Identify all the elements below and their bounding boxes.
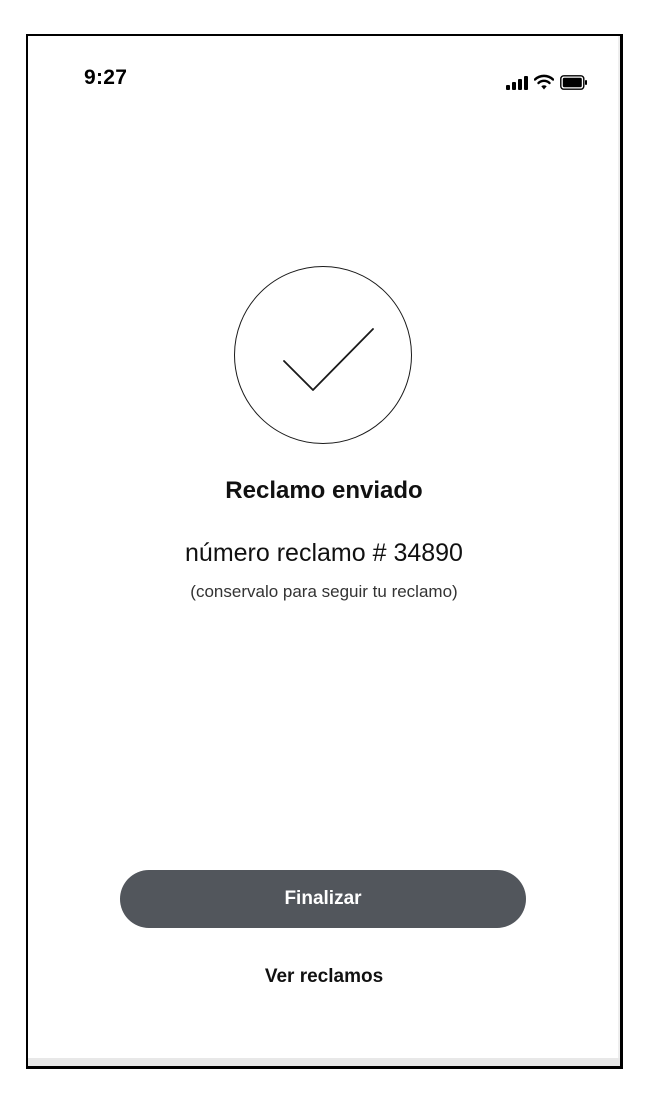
bottom-edge	[28, 1058, 620, 1066]
status-bar: 9:27	[28, 36, 620, 116]
checkmark-icon	[283, 328, 374, 391]
status-icons	[506, 70, 588, 90]
confirmation-title: Reclamo enviado	[225, 477, 423, 504]
scroll-edge	[618, 36, 620, 1066]
claim-number: número reclamo # 34890	[185, 539, 463, 567]
phone-screen: 9:27 Reclamo enviado número reclamo # 34…	[26, 34, 623, 1069]
success-circle	[234, 266, 412, 444]
view-claims-link[interactable]: Ver reclamos	[28, 966, 620, 988]
signal-icon	[506, 76, 528, 90]
battery-icon	[560, 75, 588, 90]
wifi-icon	[534, 74, 554, 90]
status-time: 9:27	[84, 66, 128, 89]
claim-hint: (conservalo para seguir tu reclamo)	[190, 582, 458, 601]
finalize-button[interactable]: Finalizar	[120, 870, 526, 928]
